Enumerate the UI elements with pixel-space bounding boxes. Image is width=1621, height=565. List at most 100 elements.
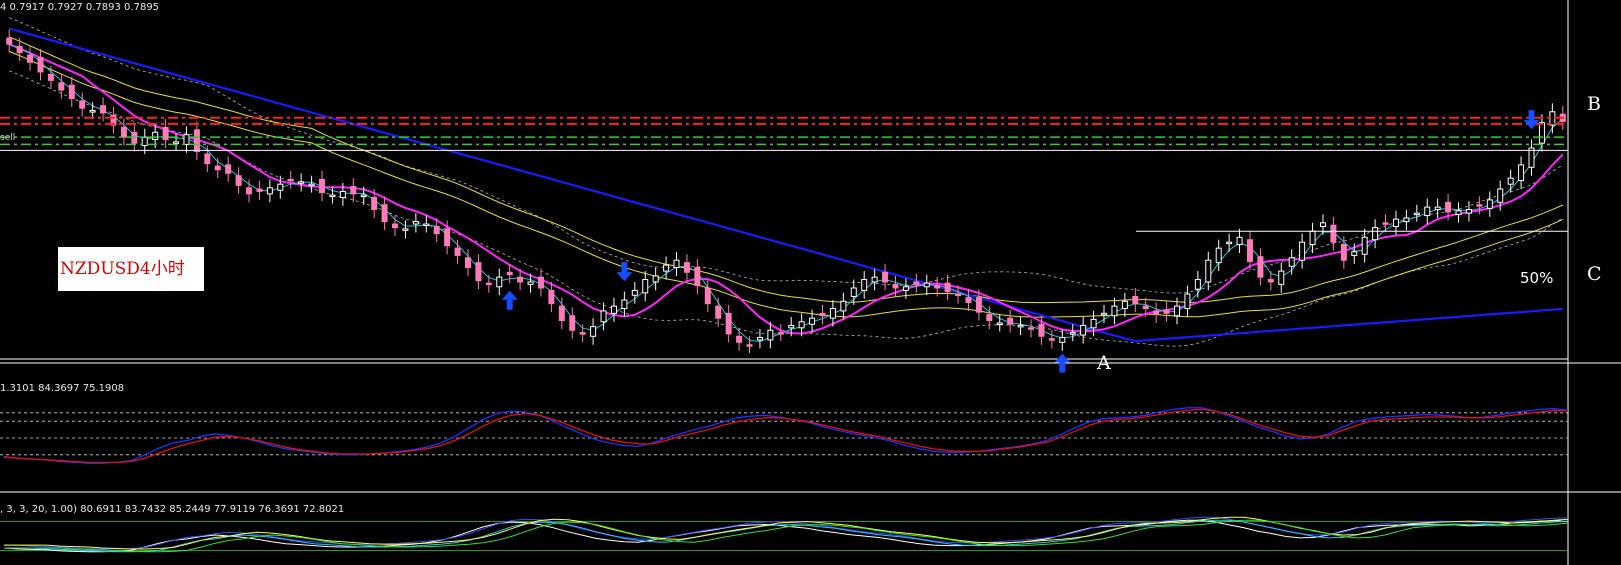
candle (923, 282, 930, 288)
candle (402, 228, 409, 231)
candle (193, 129, 200, 153)
candle (1486, 199, 1493, 209)
price-pane (0, 0, 1621, 565)
candle (266, 187, 273, 195)
candle (141, 136, 148, 147)
candle (871, 276, 878, 283)
candle (569, 315, 576, 331)
candle (1028, 327, 1035, 330)
candle (277, 183, 284, 191)
candle (1121, 300, 1128, 310)
marker-b: B (1587, 93, 1601, 115)
candle (1319, 222, 1326, 227)
candle (1174, 305, 1180, 317)
candle (235, 175, 242, 186)
candle (120, 126, 127, 138)
candle (433, 225, 440, 235)
candle (1101, 312, 1108, 316)
candle (1111, 305, 1118, 317)
candle (1017, 324, 1024, 328)
candle (1153, 310, 1160, 316)
yellow-ma-lower (9, 50, 1564, 318)
candle (1299, 241, 1306, 261)
candle (496, 276, 503, 288)
down-arrow-icon (1523, 110, 1540, 130)
candle (1048, 338, 1055, 341)
candle (16, 46, 23, 54)
candle (1226, 241, 1233, 245)
candle (621, 299, 628, 310)
candle (256, 188, 263, 192)
candle (736, 335, 743, 343)
candle (517, 276, 524, 283)
candle (1361, 236, 1368, 255)
candle (882, 271, 889, 283)
candle (298, 181, 305, 184)
candle (610, 305, 617, 314)
candle (590, 326, 597, 337)
candle (1465, 209, 1472, 214)
pink-ma-line (8, 43, 1564, 335)
up-arrow-icon (501, 290, 518, 310)
candle (819, 312, 826, 317)
candle (412, 221, 419, 225)
candle (527, 281, 534, 285)
candle (47, 73, 54, 81)
candle (683, 262, 690, 273)
candle (360, 194, 367, 198)
lower-envelope-line (9, 70, 1564, 347)
candle (631, 289, 638, 296)
candle (1392, 218, 1399, 227)
candle (1518, 164, 1525, 182)
candle (715, 305, 722, 319)
candle (204, 153, 211, 165)
rsi-pane (0, 407, 1569, 464)
candle (1288, 257, 1295, 267)
candle (423, 223, 430, 227)
candle (767, 329, 774, 341)
candle (329, 194, 336, 198)
candle (1330, 224, 1337, 243)
candle (788, 324, 795, 329)
yellow-ma-upper (9, 36, 1564, 304)
candle (975, 297, 982, 313)
candle (1372, 227, 1379, 241)
sell-level-tag: sell (0, 133, 16, 143)
stochastic-line (4, 519, 1569, 553)
candle (1007, 317, 1014, 325)
candle (913, 281, 920, 285)
candle (725, 312, 732, 335)
candle (548, 289, 555, 305)
candle (1351, 251, 1358, 256)
candle (173, 141, 180, 144)
candle (558, 305, 565, 322)
candle (225, 164, 232, 174)
candle (1184, 293, 1191, 310)
candle (37, 56, 44, 73)
candle (1382, 222, 1389, 225)
price-ohlc-readout: 4 0.7917 0.7927 0.7893 0.7895 (0, 2, 160, 13)
candle (392, 223, 398, 229)
candle (579, 332, 586, 335)
candle (861, 279, 868, 291)
candle (1309, 230, 1316, 246)
candle (1434, 206, 1441, 211)
candle (934, 285, 941, 289)
candle (673, 259, 680, 268)
down-arrow-icon (1523, 110, 1540, 130)
candle (1455, 210, 1462, 215)
candle (152, 131, 159, 141)
candle (454, 247, 461, 256)
candle (464, 257, 471, 268)
candle (642, 279, 649, 294)
candle (1163, 309, 1170, 314)
candle (1205, 259, 1212, 283)
candle (809, 317, 816, 325)
marker-a: A (1097, 352, 1111, 374)
candle (1267, 279, 1274, 283)
candle (1246, 239, 1253, 262)
candle (1340, 244, 1347, 261)
candle (246, 187, 253, 195)
candle (777, 332, 784, 335)
candle (840, 300, 847, 312)
